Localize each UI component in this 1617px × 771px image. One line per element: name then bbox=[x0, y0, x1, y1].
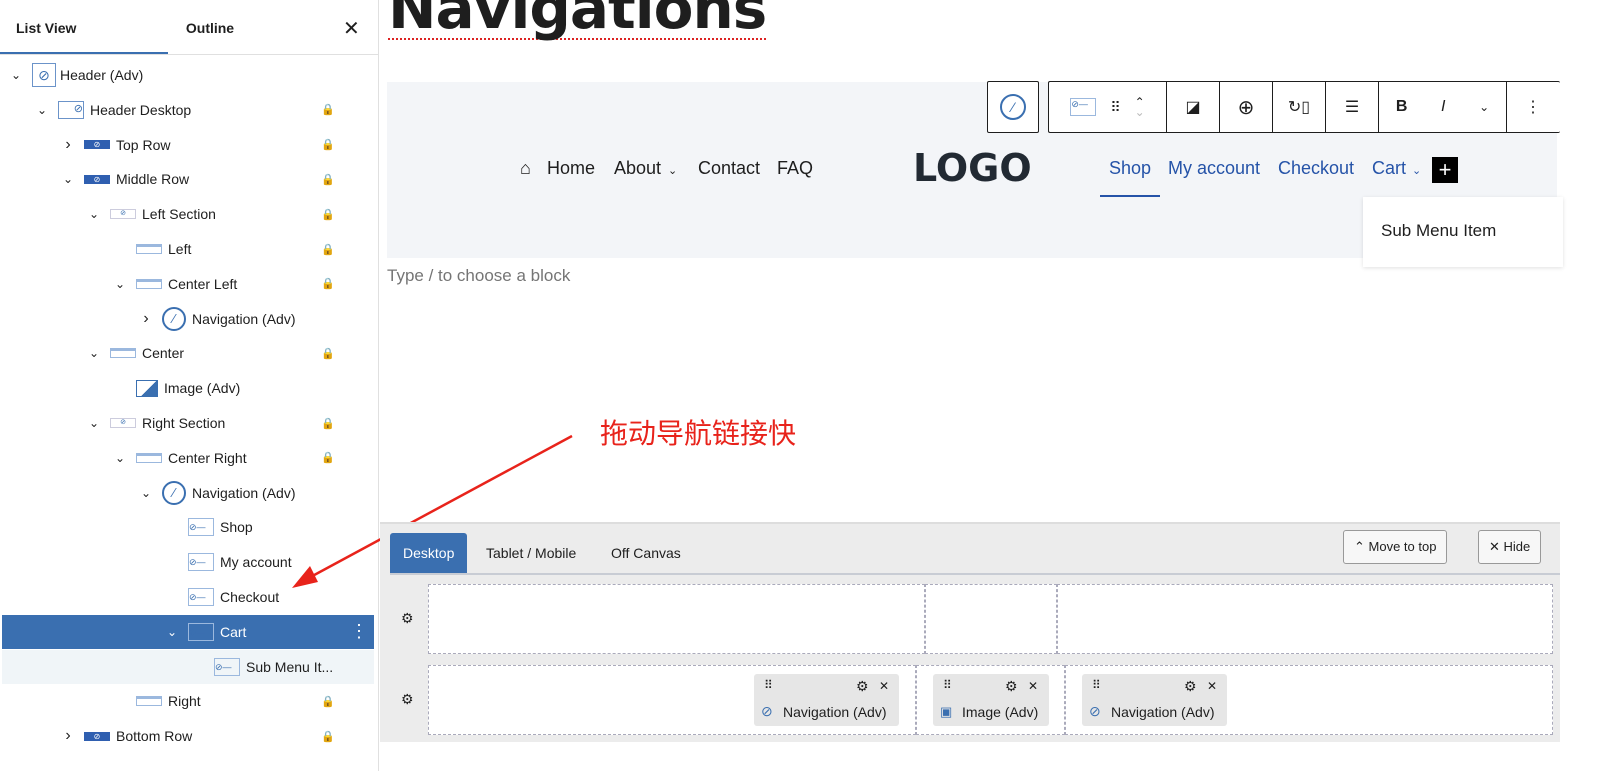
drag-handle-icon[interactable]: ⠿ bbox=[764, 678, 773, 692]
tab-tablet-mobile[interactable]: Tablet / Mobile bbox=[473, 533, 589, 573]
close-icon[interactable]: ✕ bbox=[1028, 679, 1038, 693]
tab-off-canvas[interactable]: Off Canvas bbox=[598, 533, 694, 573]
drag-handle-icon[interactable]: ⠿ bbox=[943, 678, 952, 692]
chevron-up-icon: ⌃ bbox=[1354, 539, 1369, 554]
drag-handle-icon[interactable]: ⠿ bbox=[1092, 678, 1101, 692]
gear-icon[interactable]: ⚙ bbox=[401, 691, 414, 708]
close-icon[interactable]: ✕ bbox=[879, 679, 889, 693]
chip-navigation[interactable]: ⠿ ⚙ ✕ ⊘ Navigation (Adv) bbox=[1082, 674, 1227, 726]
chip-label: Navigation (Adv) bbox=[783, 704, 887, 720]
close-icon: ✕ bbox=[1489, 539, 1504, 554]
gear-icon[interactable]: ⚙ bbox=[1005, 678, 1018, 695]
chip-label: Navigation (Adv) bbox=[1111, 704, 1215, 720]
tab-divider bbox=[390, 573, 1560, 575]
navigation-icon: ⊘ bbox=[1089, 703, 1101, 719]
navigation-icon: ⊘ bbox=[761, 703, 773, 719]
move-to-top-label: Move to top bbox=[1368, 539, 1437, 554]
gear-icon[interactable]: ⚙ bbox=[856, 678, 869, 695]
drop-zone-left[interactable] bbox=[428, 584, 925, 654]
drop-zone-center[interactable] bbox=[925, 584, 1057, 654]
drop-zone-right[interactable] bbox=[1057, 584, 1553, 654]
image-icon: ▣ bbox=[940, 704, 953, 719]
hide-button[interactable]: ✕ Hide bbox=[1478, 530, 1542, 564]
move-to-top-button[interactable]: ⌃ Move to top bbox=[1343, 530, 1448, 564]
gear-icon[interactable]: ⚙ bbox=[401, 610, 414, 627]
chip-label: Image (Adv) bbox=[962, 704, 1039, 720]
close-icon[interactable]: ✕ bbox=[1207, 679, 1217, 693]
hide-label: Hide bbox=[1503, 539, 1531, 554]
tab-desktop[interactable]: Desktop bbox=[390, 533, 468, 573]
chip-navigation[interactable]: ⠿ ⚙ ✕ ⊘ Navigation (Adv) bbox=[754, 674, 899, 726]
chip-image[interactable]: ⠿ ⚙ ✕ ▣ Image (Adv) bbox=[933, 674, 1049, 726]
gear-icon[interactable]: ⚙ bbox=[1184, 678, 1197, 695]
